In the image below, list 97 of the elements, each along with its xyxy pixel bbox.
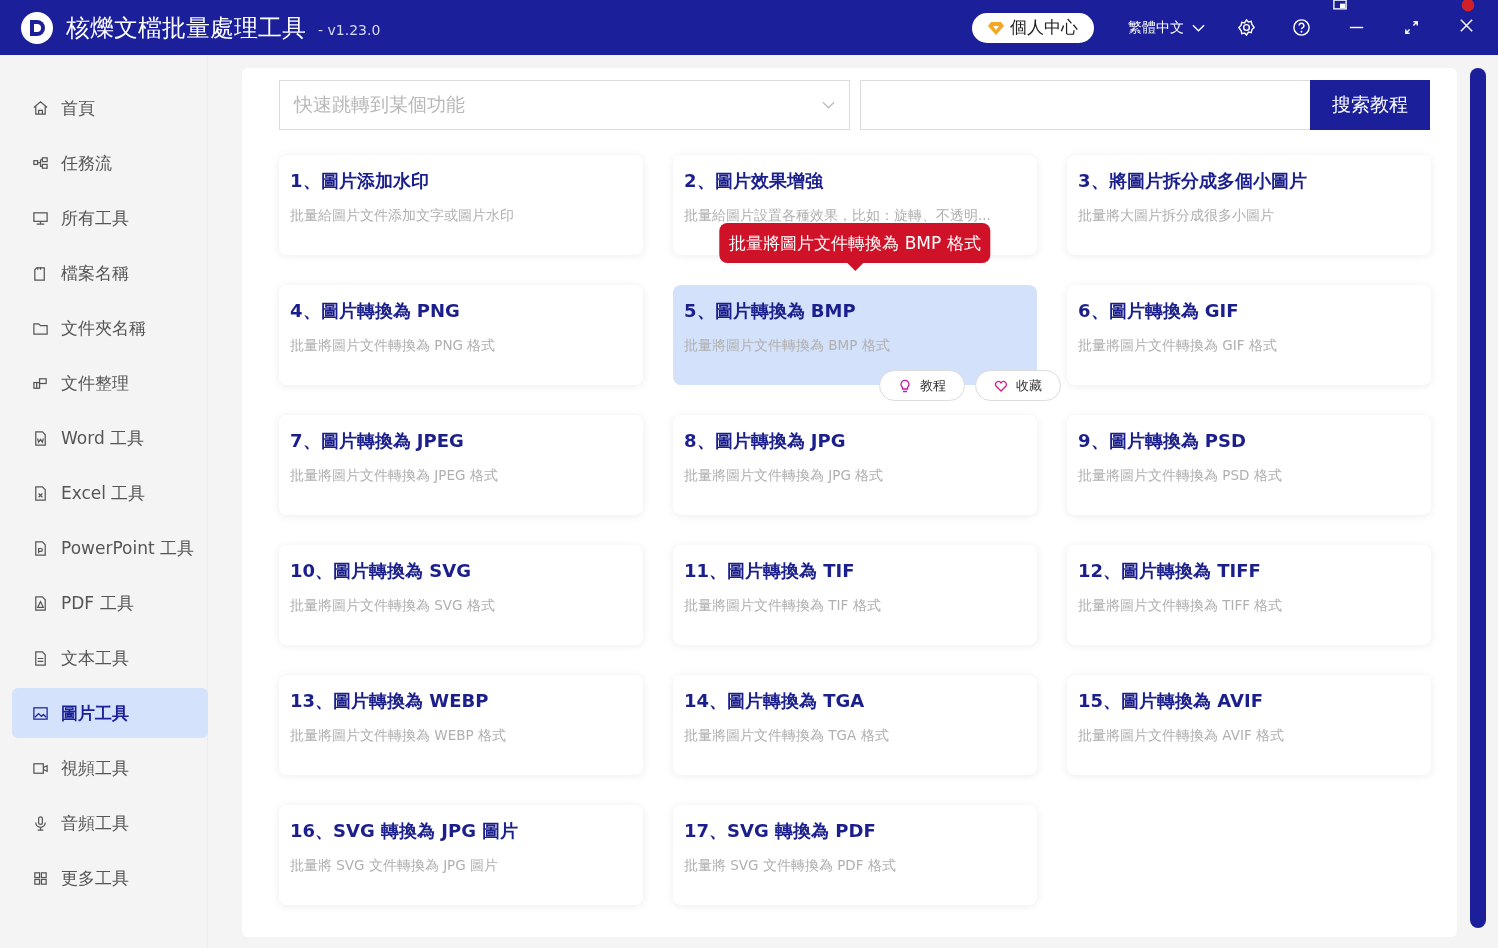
tool-title: 10、圖片轉換為 SVG [290,559,472,583]
tool-description: 批量將圖片文件轉換為 GIF 格式 [1078,337,1278,355]
excel-file-icon [32,484,49,502]
favorite-button[interactable]: 收藏 [975,370,1061,401]
tool-title: 11、圖片轉換為 TIF [684,559,856,583]
tool-description: 批量將圖片文件轉換為 TIFF 格式 [1078,597,1284,615]
tool-card[interactable]: 8、圖片轉換為 JPG 批量將圖片文件轉換為 JPG 格式 [673,415,1037,515]
flow-icon [32,154,49,172]
tool-description: 批量將圖片文件轉換為 BMP 格式 [684,337,891,355]
sidebar-item[interactable]: 文件整理 [12,358,208,408]
tool-title: 2、圖片效果增強 [684,169,825,193]
tool-description: 批量將圖片文件轉換為 PNG 格式 [290,337,497,355]
tool-title: 12、圖片轉換為 TIFF [1078,559,1262,583]
settings-icon[interactable] [1237,18,1256,37]
sidebar-item[interactable]: 文本工具 [12,633,208,683]
pdf-file-icon [32,594,49,612]
chevron-down-icon [822,101,835,109]
tooltip: 批量將圖片文件轉換為 BMP 格式 [719,223,991,271]
monitor-icon [32,209,49,227]
version-label: - v1.23.0 [318,21,381,38]
app-title: 核爍文檔批量處理工具 [66,12,306,44]
tool-card[interactable]: 6、圖片轉換為 GIF 批量將圖片文件轉換為 GIF 格式 [1067,285,1431,385]
tool-description: 批量將圖片文件轉換為 WEBP 格式 [290,727,507,745]
tool-title: 8、圖片轉換為 JPG [684,429,847,453]
sidebar-item[interactable]: 任務流 [12,138,208,188]
close-icon[interactable] [1457,16,1476,35]
tool-card[interactable]: 17、SVG 轉換為 PDF 批量將 SVG 文件轉換為 PDF 格式 [673,805,1037,905]
tool-card[interactable]: 9、圖片轉換為 PSD 批量將圖片文件轉換為 PSD 格式 [1067,415,1431,515]
tool-description: 批量將圖片文件轉換為 TIF 格式 [684,597,882,615]
sidebar-item[interactable]: Excel 工具 [12,468,208,518]
tool-title: 14、圖片轉換為 TGA [684,689,866,713]
tool-card[interactable]: 16、SVG 轉換為 JPG 圖片 批量將 SVG 文件轉換為 JPG 圖片 [279,805,643,905]
screen-icon[interactable] [1333,0,1347,10]
sidebar-item[interactable]: PowerPoint 工具 [12,523,208,573]
account-button[interactable]: 個人中心 [972,12,1094,43]
sidebar-item[interactable]: 首頁 [12,83,208,133]
maximize-icon[interactable] [1402,18,1421,37]
sidebar-item[interactable]: Word 工具 [12,413,208,463]
tool-description: 批量將 SVG 文件轉換為 PDF 格式 [684,857,897,875]
sidebar-item[interactable]: 視頻工具 [12,743,208,793]
chevron-down-icon [1192,23,1205,32]
tool-description: 批量將圖片文件轉換為 SVG 格式 [290,597,496,615]
sidebar-item[interactable]: 更多工具 [12,853,208,903]
help-icon[interactable] [1292,18,1311,37]
search-tutorial-button[interactable]: 搜索教程 [1310,80,1430,130]
heart-icon [994,378,1008,393]
image-icon [32,704,49,722]
ornament-icon [1460,0,1476,12]
tool-description: 批量將圖片文件轉換為 AVIF 格式 [1078,727,1285,745]
tool-title: 6、圖片轉換為 GIF [1078,299,1240,323]
tool-title: 17、SVG 轉換為 PDF [684,819,877,843]
tool-title: 1、圖片添加水印 [290,169,430,193]
tool-description: 批量給圖片文件添加文字或圖片水印 [290,207,515,225]
tool-card[interactable]: 13、圖片轉換為 WEBP 批量將圖片文件轉換為 WEBP 格式 [279,675,643,775]
scrollbar[interactable] [1470,68,1486,928]
tool-description: 批量將圖片文件轉換為 JPG 格式 [684,467,885,485]
sidebar-item[interactable]: PDF 工具 [12,578,208,628]
slides-file-icon [32,539,49,557]
sidebar-item[interactable]: 音頻工具 [12,798,208,848]
tool-card[interactable]: 10、圖片轉換為 SVG 批量將圖片文件轉換為 SVG 格式 [279,545,643,645]
search-field[interactable] [860,80,1310,130]
tool-description: 批量給圖片設置各種效果，比如：旋轉、不透明... [684,207,992,225]
tool-title: 3、將圖片拆分成多個小圖片 [1078,169,1308,193]
sidebar-item[interactable]: 圖片工具 [12,688,208,738]
language-dropdown[interactable]: 繁體中文 [1128,18,1205,37]
tool-description: 批量將圖片文件轉換為 TGA 格式 [684,727,890,745]
tool-card[interactable]: 3、將圖片拆分成多個小圖片 批量將大圖片拆分成很多小圖片 [1067,155,1431,255]
tool-title: 9、圖片轉換為 PSD [1078,429,1247,453]
tool-description: 批量將圖片文件轉換為 PSD 格式 [1078,467,1283,485]
tool-card[interactable]: 15、圖片轉換為 AVIF 批量將圖片文件轉換為 AVIF 格式 [1067,675,1431,775]
tool-title: 7、圖片轉換為 JPEG [290,429,465,453]
microphone-icon [32,814,49,832]
tutorial-button[interactable]: 教程 [879,370,965,401]
tool-title: 13、圖片轉換為 WEBP [290,689,490,713]
tool-description: 批量將大圖片拆分成很多小圖片 [1078,207,1275,225]
tool-title: 16、SVG 轉換為 JPG 圖片 [290,819,520,843]
tool-description: 批量將 SVG 文件轉換為 JPG 圖片 [290,857,499,875]
tool-title: 4、圖片轉換為 PNG [290,299,461,323]
word-file-icon [32,429,49,447]
home-icon [32,99,49,117]
diamond-icon [988,20,1004,35]
sidebar-item[interactable]: 所有工具 [12,193,208,243]
tool-card[interactable]: 14、圖片轉換為 TGA 批量將圖片文件轉換為 TGA 格式 [673,675,1037,775]
tool-card[interactable]: 11、圖片轉換為 TIF 批量將圖片文件轉換為 TIF 格式 [673,545,1037,645]
sidebar-item[interactable]: 文件夾名稱 [12,303,208,353]
tool-card[interactable]: 7、圖片轉換為 JPEG 批量將圖片文件轉換為 JPEG 格式 [279,415,643,515]
text-file-icon [32,649,49,667]
tool-card[interactable]: 1、圖片添加水印 批量給圖片文件添加文字或圖片水印 [279,155,643,255]
tool-card[interactable]: 4、圖片轉換為 PNG 批量將圖片文件轉換為 PNG 格式 [279,285,643,385]
logo-icon [20,10,54,45]
sidebar-item[interactable]: 檔案名稱 [12,248,208,298]
tool-title: 15、圖片轉換為 AVIF [1078,689,1264,713]
lightbulb-icon [898,378,912,393]
grid-icon [32,869,49,887]
tool-description: 批量將圖片文件轉換為 JPEG 格式 [290,467,499,485]
tool-card[interactable]: 12、圖片轉換為 TIFF 批量將圖片文件轉換為 TIFF 格式 [1067,545,1431,645]
tool-title: 5、圖片轉換為 BMP [684,299,857,323]
